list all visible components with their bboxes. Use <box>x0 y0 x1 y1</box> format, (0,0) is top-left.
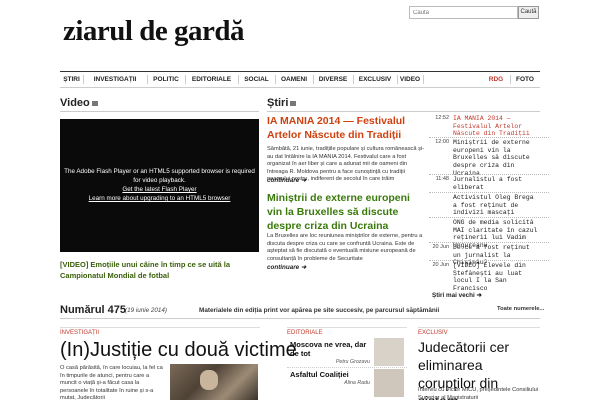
investigatii-summary: O casă părăsită, în care locuiau, la fel… <box>60 365 163 400</box>
lead-story-1-title[interactable]: IA MANIA 2014 — Festivalul Artelor Născu… <box>267 114 427 142</box>
video-heading-label: Video <box>60 97 90 109</box>
editorial-author: Alina Radu <box>344 380 370 386</box>
video-heading: Video <box>60 97 98 109</box>
lead-story-2-more[interactable]: continuare ➜ <box>267 264 306 271</box>
nav-item-video[interactable]: VIDEO <box>397 72 423 87</box>
rss-icon[interactable] <box>290 100 297 106</box>
issue-note: Materialele din ediția print vor apărea … <box>199 307 440 314</box>
editoriale-label[interactable]: EDITORIALE <box>287 330 323 336</box>
lead-story-1-more[interactable]: continuare ➜ <box>267 177 306 184</box>
all-issues-link[interactable]: Toate numerele... <box>497 306 544 312</box>
feed-item[interactable]: Jurnalistul a fost eliberat <box>453 176 541 191</box>
editoriale-rule <box>287 327 407 328</box>
investigatii-headline[interactable]: (In)Justiție cu două victime <box>60 338 297 362</box>
nav-item-diverse[interactable]: DIVERSE <box>313 72 353 87</box>
nav-item-editoriale[interactable]: EDITORIALE <box>185 72 238 87</box>
feed-item[interactable]: Miniștrii de externe europeni vin la Bru… <box>453 139 541 178</box>
investigatii-label[interactable]: INVESTIGAȚII <box>60 330 99 336</box>
investigatii-photo[interactable] <box>170 364 258 400</box>
main-nav: ȘTIRI INVESTIGAȚII POLITIC EDITORIALE SO… <box>60 71 540 88</box>
older-news-link[interactable]: Știri mai vechi ➜ <box>432 292 482 299</box>
video-caption-link[interactable]: [VIDEO] Emoțiile unui câine în timp ce s… <box>60 259 260 281</box>
nav-item-foto[interactable]: FOTO <box>510 72 540 87</box>
feed-time: 20 Jun <box>432 262 449 268</box>
feed-divider <box>429 217 549 218</box>
nav-item-social[interactable]: SOCIAL <box>238 72 275 87</box>
lead-story-2-summary: La Bruxelles are loc reuniunea miniștril… <box>267 233 423 262</box>
feed-item[interactable]: [VIDEO] Elevele din Ștefănești au luat l… <box>453 262 541 293</box>
editorial-author: Petru Grozavu <box>335 359 370 365</box>
feed-divider <box>429 242 549 243</box>
nav-item-investigatii[interactable]: INVESTIGAȚII <box>83 72 147 87</box>
investigatii-rule <box>60 327 260 328</box>
nav-item-stiri[interactable]: ȘTIRI <box>60 72 83 87</box>
nav-item-exclusiv[interactable]: EXCLUSIV <box>353 72 397 87</box>
arrow-right-icon: ➜ <box>300 264 307 271</box>
exclusiv-label[interactable]: EXCLUSIV <box>418 330 448 336</box>
editorial-title[interactable]: Asfaltul Coaliției <box>290 370 370 379</box>
feed-time: 20 Jun <box>432 244 449 250</box>
nav-item-rdg[interactable]: RDG <box>482 72 510 87</box>
stiri-heading-label: Știri <box>267 97 289 109</box>
feed-time: 12:52 <box>435 115 449 121</box>
nav-divider <box>423 75 424 84</box>
lead-story-1-more-label: continuare <box>267 177 300 184</box>
html5-browser-link[interactable]: Learn more about upgrading to an HTML5 b… <box>60 194 259 203</box>
video-player[interactable]: The Adobe Flash Player or an HTML5 suppo… <box>60 119 259 252</box>
feed-divider <box>429 137 549 138</box>
issue-number[interactable]: Numărul 475 <box>60 304 126 316</box>
feed-divider <box>429 260 549 261</box>
site-logo[interactable]: ziarul de gardă <box>63 14 245 48</box>
lead-story-2-more-label: continuare <box>267 264 300 271</box>
arrow-right-icon: ➜ <box>300 177 307 184</box>
stiri-heading: Știri <box>267 97 297 109</box>
video-player-message: The Adobe Flash Player or an HTML5 suppo… <box>64 168 255 184</box>
feed-item[interactable]: Activistul Oleg Brega a fost reținut de … <box>453 194 541 217</box>
nav-item-politic[interactable]: POLITIC <box>147 72 185 87</box>
author-avatar <box>374 338 404 366</box>
older-news-label: Știri mai vechi <box>432 292 475 299</box>
lead-story-2-title[interactable]: Miniștrii de externe europeni vin la Bru… <box>267 191 427 233</box>
arrow-right-icon: ➜ <box>476 292 482 299</box>
nav-item-oameni[interactable]: OAMENI <box>275 72 313 87</box>
issue-date: (19 iunie 2014) <box>125 307 168 314</box>
rss-icon[interactable] <box>91 100 98 106</box>
stiri-heading-rule <box>267 111 540 112</box>
issue-bar: Numărul 475 (19 iunie 2014) Materialele … <box>60 303 544 319</box>
feed-item[interactable]: IA MANIA 2014 — Festivalul Artelor Născu… <box>453 115 541 138</box>
search-button[interactable]: Caută <box>518 6 539 19</box>
feed-divider <box>429 174 549 175</box>
exclusiv-rule <box>418 327 540 328</box>
photo-face <box>200 370 218 390</box>
feed-time: 12:00 <box>435 139 449 145</box>
editorial-title[interactable]: Moscova ne vrea, dar de tot <box>290 340 370 358</box>
feed-time: 11:48 <box>435 176 449 182</box>
flash-player-link[interactable]: Get the latest Flash Player <box>60 185 259 194</box>
editorial-divider <box>287 367 407 368</box>
feed-divider <box>429 192 549 193</box>
search-input[interactable] <box>409 6 518 19</box>
video-heading-rule <box>60 111 259 112</box>
exclusiv-summary: Interviu cu Victor MICU, președintele Co… <box>418 387 539 400</box>
author-avatar <box>374 369 404 397</box>
